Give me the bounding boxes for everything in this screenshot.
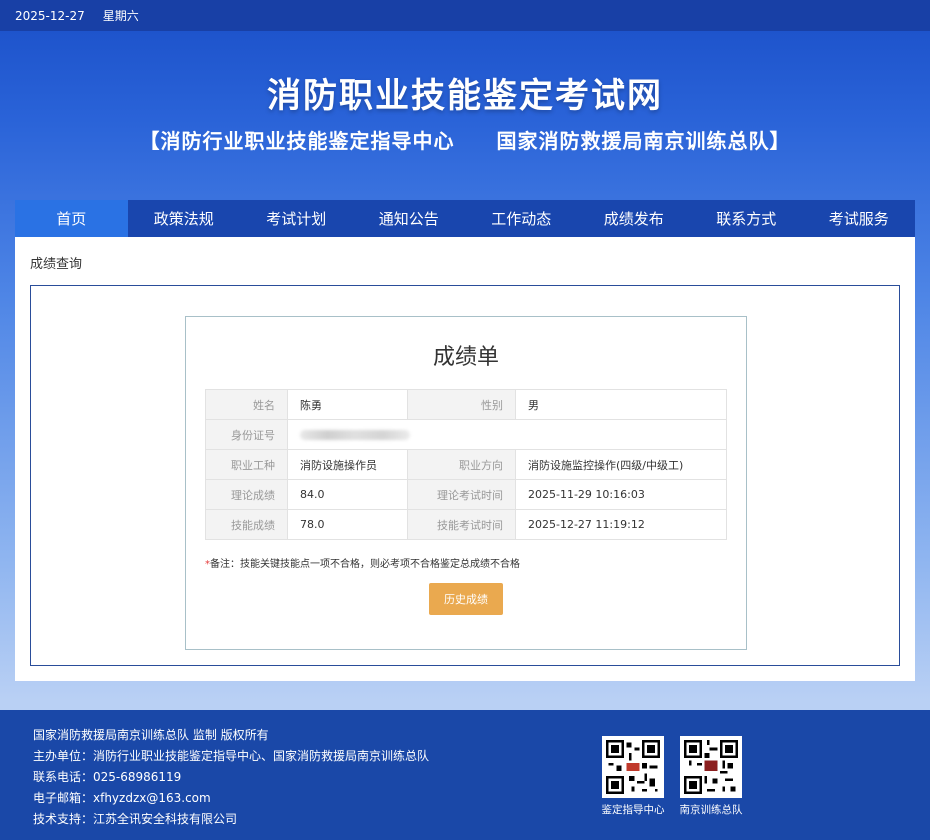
result-container: 成绩单 姓名 陈勇 性别 男 身份证号 职业工种 消防设施操作员 职业方向 消防… [30,285,900,666]
score-card-title: 成绩单 [432,345,499,370]
gender-value: 男 [515,389,727,420]
theory-score-value: 84.0 [287,479,408,510]
table-row: 身份证号 [205,419,727,450]
id-value [287,419,727,450]
blurred-id-number [300,430,410,440]
skill-score-label: 技能成绩 [205,509,288,540]
nav-item-notices[interactable]: 通知公告 [353,200,466,237]
nav-item-policy[interactable]: 政策法规 [128,200,241,237]
job-value: 消防设施操作员 [287,449,408,480]
current-date: 2025-12-27 [15,8,85,23]
footer-phone: 联系电话：025-68986119 [33,770,182,784]
footer-info: 国家消防救援局南京训练总队 监制 版权所有 主办单位：消防行业职业技能鉴定指导中… [33,725,429,830]
nav-item-news[interactable]: 工作动态 [465,200,578,237]
nav-item-exam-plan[interactable]: 考试计划 [240,200,353,237]
theory-time-label: 理论考试时间 [407,479,516,510]
qr2-label: 南京训练总队 [679,804,743,816]
footer-copyright: 国家消防救援局南京训练总队 监制 版权所有 [33,728,269,742]
job-label: 职业工种 [205,449,288,480]
nav-item-contact[interactable]: 联系方式 [690,200,803,237]
nav-item-results[interactable]: 成绩发布 [578,200,691,237]
nav-item-service[interactable]: 考试服务 [803,200,916,237]
qr-code-icon [680,736,742,798]
table-row: 姓名 陈勇 性别 男 [205,389,727,420]
note-text: 备注：技能关键技能点一项不合格，则必考项不合格鉴定总成绩不合格 [210,559,520,570]
id-label: 身份证号 [205,419,288,450]
footer: 国家消防救援局南京训练总队 监制 版权所有 主办单位：消防行业职业技能鉴定指导中… [0,710,930,840]
current-weekday: 星期六 [102,9,139,23]
skill-score-value: 78.0 [287,509,408,540]
skill-time-label: 技能考试时间 [407,509,516,540]
footer-organizer: 主办单位：消防行业职业技能鉴定指导中心、国家消防救援局南京训练总队 [33,749,430,763]
name-value: 陈勇 [287,389,408,420]
gender-label: 性别 [407,389,516,420]
breadcrumb: 成绩查询 [30,257,83,272]
content-panel: 成绩查询 成绩单 姓名 陈勇 性别 男 身份证号 职业工种 消防设施操作员 职业… [15,237,915,681]
site-subtitle: 【消防行业职业技能鉴定指导中心 国家消防救援局南京训练总队】 [139,129,791,153]
site-title: 消防职业技能鉴定考试网 [267,76,663,116]
footer-email: 电子邮箱：xfhyzdzx@163.com [33,791,211,805]
table-row: 技能成绩 78.0 技能考试时间 2025-12-27 11:19:12 [205,509,727,540]
date-bar: 2025-12-27 星期六 [0,0,930,31]
direction-label: 职业方向 [407,449,516,480]
qr-code-icon [602,736,664,798]
score-note: *备注：技能关键技能点一项不合格，则必考项不合格鉴定总成绩不合格 [205,555,520,570]
main-nav: 首页 政策法规 考试计划 通知公告 工作动态 成绩发布 联系方式 考试服务 [15,200,915,237]
table-row: 理论成绩 84.0 理论考试时间 2025-11-29 10:16:03 [205,479,727,510]
footer-tech-support: 技术支持：江苏全讯安全科技有限公司 [33,812,238,826]
qr1-label: 鉴定指导中心 [601,804,665,816]
table-row: 职业工种 消防设施操作员 职业方向 消防设施监控操作(四级/中级工) [205,449,727,480]
score-table: 姓名 陈勇 性别 男 身份证号 职业工种 消防设施操作员 职业方向 消防设施监控… [205,389,727,540]
qr-nanjing-training: 南京训练总队 [679,736,743,817]
nav-item-home[interactable]: 首页 [15,200,128,237]
history-scores-button[interactable]: 历史成绩 [429,583,503,615]
direction-value: 消防设施监控操作(四级/中级工) [515,449,727,480]
name-label: 姓名 [205,389,288,420]
theory-time-value: 2025-11-29 10:16:03 [515,479,727,510]
theory-score-label: 理论成绩 [205,479,288,510]
score-card: 成绩单 姓名 陈勇 性别 男 身份证号 职业工种 消防设施操作员 职业方向 消防… [185,316,747,650]
skill-time-value: 2025-12-27 11:19:12 [515,509,727,540]
qr-guidance-center: 鉴定指导中心 [601,736,665,817]
